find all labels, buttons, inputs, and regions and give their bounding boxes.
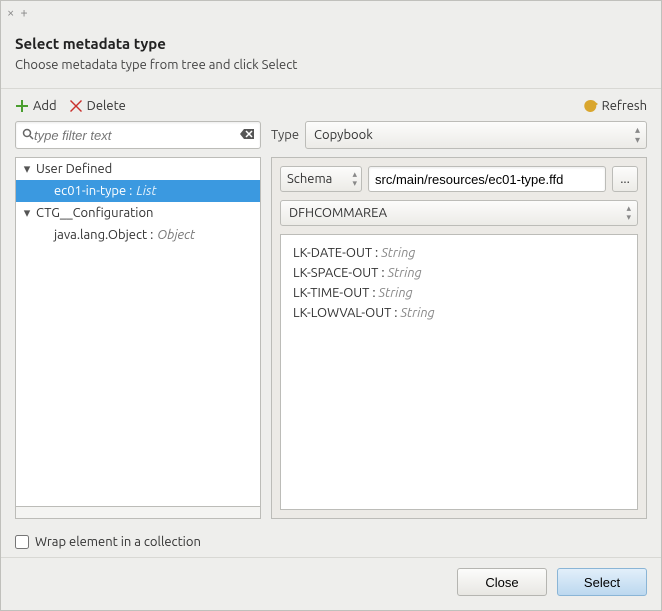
field-row: LK-TIME-OUT : String	[293, 283, 625, 303]
wrap-row: Wrap element in a collection	[1, 527, 661, 557]
x-icon	[69, 99, 83, 113]
section-select[interactable]: DFHCOMMAREA ▴▾	[280, 200, 638, 226]
left-pane: ▾ User Defined ec01-in-type : List ▾ CTG__Co…	[15, 121, 261, 519]
tree-item-type: List	[136, 184, 156, 198]
close-button[interactable]: Close	[457, 568, 547, 596]
filter-input[interactable]	[34, 128, 240, 143]
type-label: Type	[271, 128, 299, 142]
filter-box	[15, 121, 261, 149]
tree-group-label: CTG__Configuration	[36, 206, 153, 220]
tree-group[interactable]: ▾ User Defined	[16, 158, 260, 180]
tree-item[interactable]: java.lang.Object : Object	[16, 224, 260, 246]
tree-item[interactable]: ec01-in-type : List	[16, 180, 260, 202]
chevron-down-icon: ▾	[22, 206, 32, 221]
refresh-label: Refresh	[602, 99, 647, 113]
tree-group-label: User Defined	[36, 162, 112, 176]
clear-icon[interactable]	[240, 128, 254, 142]
wrap-checkbox[interactable]	[15, 535, 29, 549]
field-row: LK-DATE-OUT : String	[293, 243, 625, 263]
field-row: LK-LOWVAL-OUT : String	[293, 303, 625, 323]
type-value: Copybook	[314, 128, 373, 142]
field-type: String	[388, 266, 422, 280]
field-type: String	[381, 246, 415, 260]
close-icon[interactable]: ×	[7, 6, 14, 20]
refresh-icon	[584, 99, 598, 113]
dialog-header: Select metadata type Choose metadata typ…	[1, 25, 661, 89]
search-icon	[22, 128, 34, 143]
window-titlebar: × +	[1, 1, 661, 25]
refresh-button[interactable]: Refresh	[584, 99, 647, 113]
field-type: String	[400, 306, 434, 320]
horizontal-scrollbar[interactable]	[15, 507, 261, 519]
add-label: Add	[33, 99, 57, 113]
dialog-footer: Close Select	[1, 557, 661, 610]
metadata-type-dialog: × + Select metadata type Choose metadata…	[0, 0, 662, 611]
toolbar: Add Delete Refresh	[1, 89, 661, 121]
chevron-down-icon: ▾	[22, 162, 32, 177]
tree-item-type: Object	[157, 228, 195, 242]
plus-icon[interactable]: +	[20, 6, 27, 20]
field-name: LK-LOWVAL-OUT :	[293, 306, 400, 320]
right-pane: Type Copybook ▴▾ Schema ▴▾ ...	[271, 121, 647, 519]
select-button[interactable]: Select	[557, 568, 647, 596]
browse-button[interactable]: ...	[612, 166, 638, 192]
wrap-label: Wrap element in a collection	[35, 535, 201, 549]
delete-button[interactable]: Delete	[69, 99, 126, 113]
field-name: LK-DATE-OUT :	[293, 246, 381, 260]
chevron-updown-icon: ▴▾	[352, 170, 357, 188]
add-button[interactable]: Add	[15, 99, 57, 113]
schema-row: Schema ▴▾ ...	[280, 166, 638, 192]
schema-path-input[interactable]	[368, 166, 606, 192]
field-row: LK-SPACE-OUT : String	[293, 263, 625, 283]
field-name: LK-TIME-OUT :	[293, 286, 379, 300]
dialog-title: Select metadata type	[15, 35, 647, 52]
type-tree[interactable]: ▾ User Defined ec01-in-type : List ▾ CTG__Co…	[15, 157, 261, 507]
plus-icon	[15, 99, 29, 113]
delete-label: Delete	[87, 99, 126, 113]
type-select[interactable]: Copybook ▴▾	[305, 121, 647, 149]
ellipsis-icon: ...	[620, 172, 630, 186]
tree-group[interactable]: ▾ CTG__Configuration	[16, 202, 260, 224]
details-panel: Schema ▴▾ ... DFHCOMMAREA ▴▾ LK-DATE-OUT…	[271, 157, 647, 519]
tree-item-name: java.lang.Object :	[54, 228, 153, 242]
field-name: LK-SPACE-OUT :	[293, 266, 388, 280]
chevron-updown-icon: ▴▾	[635, 125, 640, 145]
tree-item-name: ec01-in-type :	[54, 184, 132, 198]
schema-kind-label: Schema	[287, 172, 332, 186]
chevron-updown-icon: ▴▾	[626, 204, 631, 222]
type-row: Type Copybook ▴▾	[271, 121, 647, 149]
dialog-subtitle: Choose metadata type from tree and click…	[15, 58, 647, 72]
field-type: String	[379, 286, 413, 300]
schema-kind-select[interactable]: Schema ▴▾	[280, 166, 362, 192]
fields-list: LK-DATE-OUT : StringLK-SPACE-OUT : Strin…	[280, 234, 638, 510]
section-value: DFHCOMMAREA	[289, 206, 387, 220]
